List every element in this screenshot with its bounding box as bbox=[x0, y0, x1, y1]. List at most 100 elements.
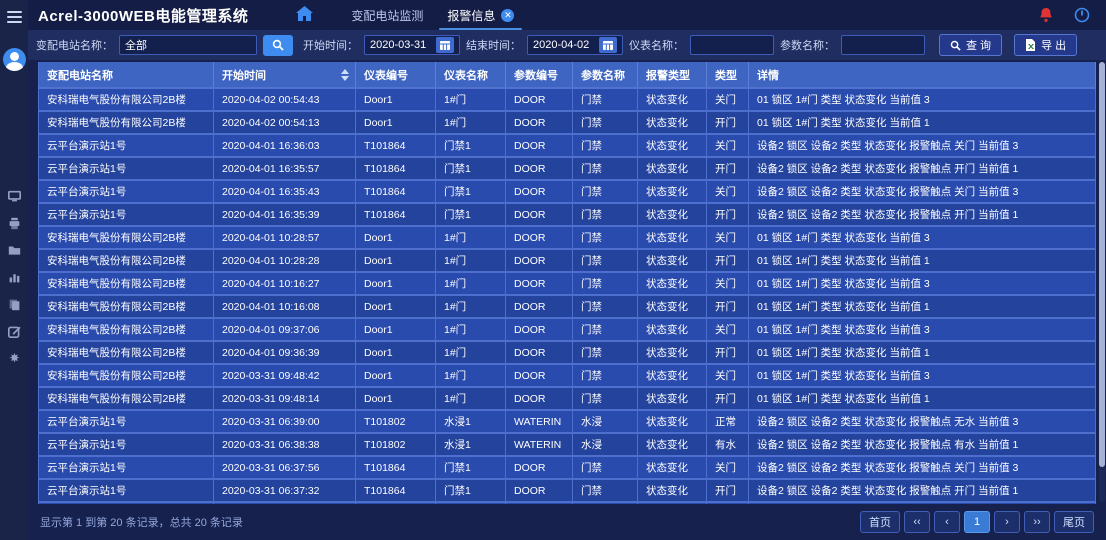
cell-meter-name: 1#门 bbox=[436, 341, 506, 364]
last-page-button[interactable]: 尾页 bbox=[1054, 511, 1094, 533]
cell-param-name: 门禁 bbox=[573, 203, 638, 226]
next-page-button[interactable]: › bbox=[994, 511, 1020, 533]
table-row[interactable]: 云平台演示站1号2020-04-01 16:35:43T101864门禁1DOO… bbox=[39, 180, 1096, 203]
fast-prev-button[interactable]: ‹‹ bbox=[904, 511, 930, 533]
documents-icon[interactable] bbox=[7, 297, 21, 311]
cell-param-no: DOOR bbox=[506, 295, 573, 318]
cell-type: 开门 bbox=[707, 249, 749, 272]
home-icon[interactable] bbox=[296, 6, 313, 24]
edit-icon[interactable] bbox=[7, 324, 21, 338]
table-row[interactable]: 安科瑞电气股份有限公司2B楼2020-03-31 09:48:14Door11#… bbox=[39, 387, 1096, 410]
col-start-time[interactable]: 开始时间 bbox=[214, 62, 356, 88]
printer-icon[interactable] bbox=[7, 216, 21, 230]
cell-start-time: 2020-03-31 09:48:42 bbox=[214, 364, 356, 387]
table-row[interactable]: 云平台演示站1号2020-03-31 06:39:00T101802水浸1WAT… bbox=[39, 410, 1096, 433]
cell-type: 关门 bbox=[707, 364, 749, 387]
cell-param-name: 门禁 bbox=[573, 157, 638, 180]
table-row[interactable]: 安科瑞电气股份有限公司2B楼2020-04-01 10:28:57Door11#… bbox=[39, 226, 1096, 249]
end-date-input[interactable]: 2020-04-02 bbox=[527, 35, 623, 55]
cell-param-name: 门禁 bbox=[573, 387, 638, 410]
col-detail[interactable]: 详情 bbox=[749, 62, 1096, 88]
fast-next-button[interactable]: ›› bbox=[1024, 511, 1050, 533]
param-name-field[interactable] bbox=[847, 39, 919, 51]
table-row[interactable]: 安科瑞电气股份有限公司2B楼2020-04-01 10:16:27Door11#… bbox=[39, 272, 1096, 295]
folder-icon[interactable] bbox=[7, 243, 21, 257]
station-search-button[interactable] bbox=[263, 35, 293, 56]
tab-label: 变配电站监测 bbox=[351, 7, 423, 24]
sort-icon[interactable] bbox=[341, 69, 349, 81]
table-row[interactable]: 云平台演示站1号2020-03-31 06:38:38T101802水浸1WAT… bbox=[39, 433, 1096, 456]
table-row[interactable]: 云平台演示站1号2020-03-31 06:37:32T101864门禁1DOO… bbox=[39, 479, 1096, 502]
cell-detail: 01 锁区 1#门 类型 状态变化 当前值 3 bbox=[749, 272, 1096, 295]
col-type[interactable]: 类型 bbox=[707, 62, 749, 88]
query-button[interactable]: 查 询 bbox=[939, 34, 1002, 56]
cell-param-no: DOOR bbox=[506, 272, 573, 295]
cell-param-no: DOOR bbox=[506, 203, 573, 226]
power-icon[interactable] bbox=[1074, 7, 1090, 23]
cell-param-name: 门禁 bbox=[573, 226, 638, 249]
bar-chart-icon[interactable] bbox=[7, 270, 21, 284]
meter-name-field[interactable] bbox=[696, 39, 768, 51]
col-station[interactable]: 变配电站名称 bbox=[39, 62, 214, 88]
col-meter-no[interactable]: 仪表编号 bbox=[356, 62, 436, 88]
station-select[interactable]: 全部 bbox=[119, 35, 257, 55]
cell-station: 安科瑞电气股份有限公司2B楼 bbox=[39, 272, 214, 295]
table-row[interactable]: 安科瑞电气股份有限公司2B楼2020-04-01 09:37:06Door11#… bbox=[39, 318, 1096, 341]
export-button[interactable]: 导 出 bbox=[1014, 34, 1077, 56]
cell-detail: 01 锁区 1#门 类型 状态变化 当前值 3 bbox=[749, 364, 1096, 387]
cell-type: 关门 bbox=[707, 134, 749, 157]
tab-bar: 变配电站监测 报警信息 ✕ bbox=[296, 0, 526, 30]
table-row[interactable]: 云平台演示站1号2020-04-01 16:35:39T101864门禁1DOO… bbox=[39, 203, 1096, 226]
cell-alarm-type: 状态变化 bbox=[638, 318, 707, 341]
cell-station: 安科瑞电气股份有限公司2B楼 bbox=[39, 364, 214, 387]
param-name-input[interactable] bbox=[841, 35, 925, 55]
tab-alarm-info[interactable]: 报警信息 ✕ bbox=[435, 0, 526, 30]
prev-page-button[interactable]: ‹ bbox=[934, 511, 960, 533]
cell-param-no: DOOR bbox=[506, 111, 573, 134]
tab-close-icon[interactable]: ✕ bbox=[501, 9, 514, 22]
vertical-scrollbar[interactable] bbox=[1099, 62, 1105, 502]
cell-meter-name: 水浸1 bbox=[436, 433, 506, 456]
table-row[interactable]: 安科瑞电气股份有限公司2B楼2020-04-02 00:54:43Door11#… bbox=[39, 88, 1096, 111]
cell-type: 开门 bbox=[707, 479, 749, 502]
gear-icon[interactable] bbox=[7, 351, 21, 365]
alarm-table-container: 变配电站名称 开始时间 仪表编号 仪表名称 参数编号 参数名称 报警类型 类型 … bbox=[38, 62, 1096, 504]
meter-name-input[interactable] bbox=[690, 35, 774, 55]
cell-start-time: 2020-04-01 10:28:28 bbox=[214, 249, 356, 272]
cell-start-time: 2020-04-01 16:35:43 bbox=[214, 180, 356, 203]
tab-substation-monitor[interactable]: 变配电站监测 bbox=[339, 0, 435, 30]
cell-meter-no: Door1 bbox=[356, 387, 436, 410]
menu-toggle-icon[interactable] bbox=[7, 8, 22, 26]
table-row[interactable]: 云平台演示站1号2020-04-01 16:36:03T101864门禁1DOO… bbox=[39, 134, 1096, 157]
cell-start-time: 2020-03-31 06:37:32 bbox=[214, 479, 356, 502]
table-row[interactable]: 安科瑞电气股份有限公司2B楼2020-04-01 10:28:28Door11#… bbox=[39, 249, 1096, 272]
table-row[interactable]: 安科瑞电气股份有限公司2B楼2020-03-31 09:48:42Door11#… bbox=[39, 364, 1096, 387]
table-row[interactable]: 安科瑞电气股份有限公司2B楼2020-04-01 10:16:08Door11#… bbox=[39, 295, 1096, 318]
cell-station: 安科瑞电气股份有限公司2B楼 bbox=[39, 249, 214, 272]
monitor-icon[interactable] bbox=[7, 189, 21, 203]
user-avatar[interactable] bbox=[3, 48, 26, 71]
cell-type: 开门 bbox=[707, 157, 749, 180]
cell-detail: 01 锁区 1#门 类型 状态变化 当前值 1 bbox=[749, 387, 1096, 410]
scrollbar-thumb[interactable] bbox=[1099, 62, 1105, 467]
cell-meter-no: T101802 bbox=[356, 410, 436, 433]
cell-alarm-type: 状态变化 bbox=[638, 111, 707, 134]
col-meter-name[interactable]: 仪表名称 bbox=[436, 62, 506, 88]
calendar-icon[interactable] bbox=[599, 37, 617, 53]
first-page-button[interactable]: 首页 bbox=[860, 511, 900, 533]
cell-alarm-type: 状态变化 bbox=[638, 456, 707, 479]
cell-start-time: 2020-03-31 06:38:38 bbox=[214, 433, 356, 456]
col-param-no[interactable]: 参数编号 bbox=[506, 62, 573, 88]
cell-meter-name: 1#门 bbox=[436, 111, 506, 134]
alarm-bell-icon[interactable] bbox=[1040, 8, 1052, 22]
table-row[interactable]: 安科瑞电气股份有限公司2B楼2020-04-02 00:54:13Door11#… bbox=[39, 111, 1096, 134]
table-row[interactable]: 云平台演示站1号2020-04-01 16:35:57T101864门禁1DOO… bbox=[39, 157, 1096, 180]
calendar-icon[interactable] bbox=[436, 37, 454, 53]
page-number-button[interactable]: 1 bbox=[964, 511, 990, 533]
table-row[interactable]: 安科瑞电气股份有限公司2B楼2020-04-01 09:36:39Door11#… bbox=[39, 341, 1096, 364]
col-alarm-type[interactable]: 报警类型 bbox=[638, 62, 707, 88]
cell-detail: 设备2 锁区 设备2 类型 状态变化 报警触点 关门 当前值 3 bbox=[749, 456, 1096, 479]
start-date-input[interactable]: 2020-03-31 bbox=[364, 35, 460, 55]
table-row[interactable]: 云平台演示站1号2020-03-31 06:37:56T101864门禁1DOO… bbox=[39, 456, 1096, 479]
col-param-name[interactable]: 参数名称 bbox=[573, 62, 638, 88]
